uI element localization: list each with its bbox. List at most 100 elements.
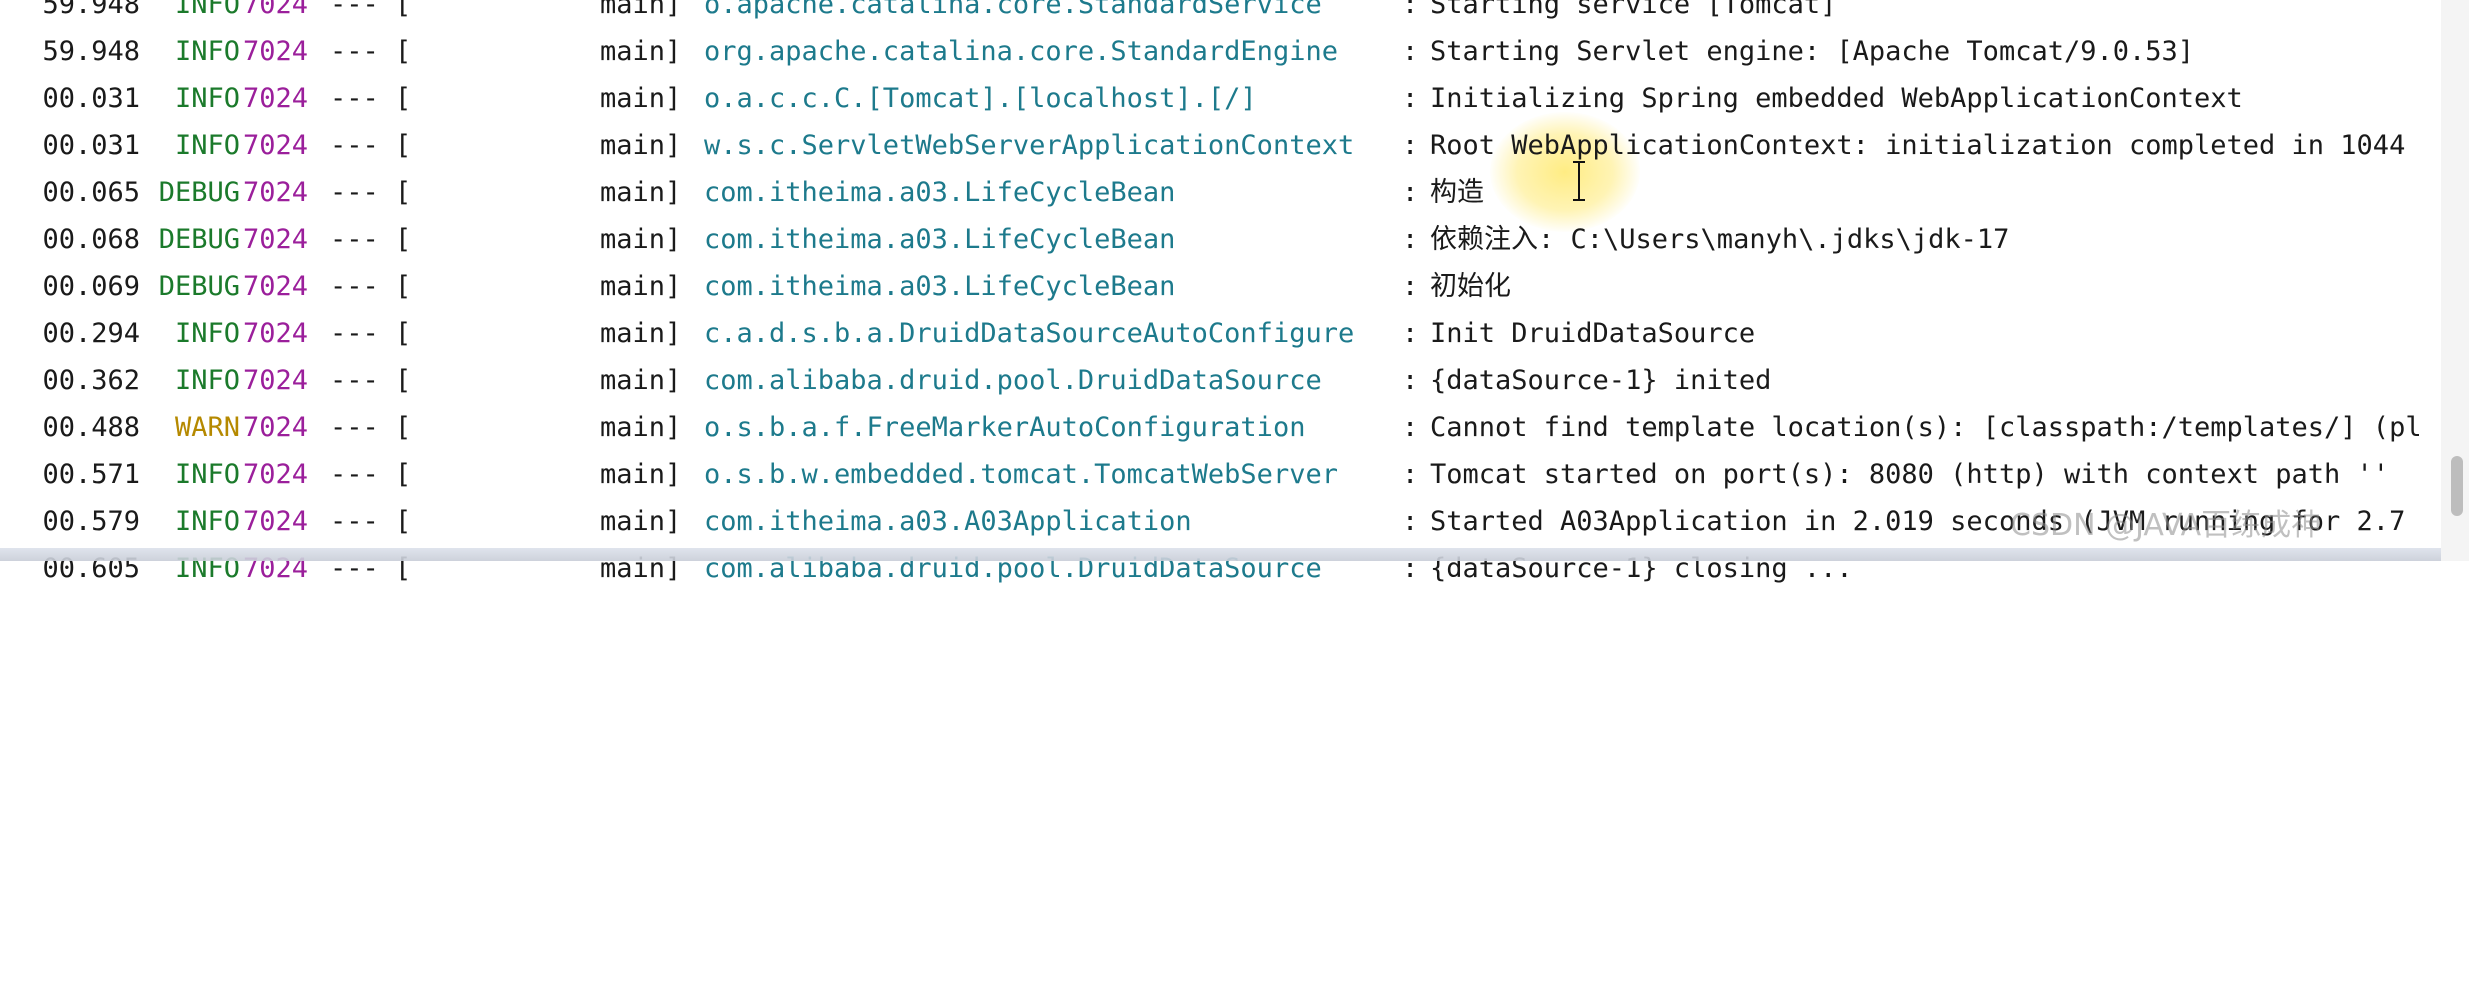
log-message: 依赖注入: C:\Users\manyh\.jdks\jdk-17 [1430, 224, 2010, 255]
log-separator: --- [ [330, 177, 412, 208]
log-logger-link[interactable]: com.alibaba.druid.pool.DruidDataSource [704, 358, 1322, 404]
log-console[interactable]: 59.948 INFO 7024 --- [ main] o.apache.ca… [0, 0, 2469, 584]
log-pid: 7024 [243, 177, 309, 208]
log-thread: main] [600, 83, 682, 114]
log-pid: 7024 [243, 0, 309, 20]
log-level: INFO [174, 0, 240, 20]
scrollbar-thumb[interactable] [2451, 456, 2463, 516]
log-separator: --- [ [330, 224, 412, 255]
log-logger-link[interactable]: com.itheima.a03.A03Application [704, 499, 1192, 545]
log-row[interactable]: 00.294 INFO 7024 --- [ main] c.a.d.s.b.a… [0, 311, 2469, 357]
log-separator: --- [ [330, 506, 412, 537]
text-cursor-icon [1573, 161, 1585, 201]
log-thread: main] [600, 177, 682, 208]
log-colon: : [1402, 224, 1419, 255]
log-separator: --- [ [330, 271, 412, 302]
log-timestamp: 00.069 [42, 271, 140, 302]
log-message: Cannot find template location(s): [class… [1430, 412, 2422, 443]
log-colon: : [1402, 177, 1419, 208]
log-timestamp: 00.031 [42, 83, 140, 114]
log-row[interactable]: 59.948 INFO 7024 --- [ main] org.apache.… [0, 29, 2469, 75]
log-timestamp: 00.031 [42, 130, 140, 161]
log-thread: main] [600, 0, 682, 20]
log-colon: : [1402, 412, 1419, 443]
log-pid: 7024 [243, 412, 309, 443]
log-timestamp: 00.065 [42, 177, 140, 208]
log-level: DEBUG [158, 224, 240, 255]
log-level: INFO [174, 318, 240, 349]
log-separator: --- [ [330, 318, 412, 349]
vertical-scrollbar[interactable] [2441, 0, 2469, 561]
log-row[interactable]: 59.948 INFO 7024 --- [ main] o.apache.ca… [0, 0, 2469, 28]
log-logger-link[interactable]: com.itheima.a03.LifeCycleBean [704, 170, 1175, 216]
log-level: INFO [174, 130, 240, 161]
log-row[interactable]: 00.362 INFO 7024 --- [ main] com.alibaba… [0, 358, 2469, 404]
log-row[interactable]: 00.571 INFO 7024 --- [ main] o.s.b.w.emb… [0, 452, 2469, 498]
log-thread: main] [600, 224, 682, 255]
log-thread: main] [600, 506, 682, 537]
log-separator: --- [ [330, 130, 412, 161]
log-level: DEBUG [158, 271, 240, 302]
log-colon: : [1402, 36, 1419, 67]
log-logger-link[interactable]: c.a.d.s.b.a.DruidDataSourceAutoConfigure [704, 311, 1354, 357]
log-colon: : [1402, 506, 1419, 537]
log-separator: --- [ [330, 0, 412, 20]
log-timestamp: 00.294 [42, 318, 140, 349]
log-pid: 7024 [243, 365, 309, 396]
log-pid: 7024 [243, 271, 309, 302]
log-timestamp: 00.579 [42, 506, 140, 537]
log-timestamp: 59.948 [42, 0, 140, 20]
watermark: CSDN @JAVA百练成神 [2010, 508, 2322, 543]
log-timestamp: 00.488 [42, 412, 140, 443]
log-colon: : [1402, 459, 1419, 490]
log-colon: : [1402, 318, 1419, 349]
log-logger-link[interactable]: o.s.b.a.f.FreeMarkerAutoConfiguration [704, 405, 1305, 451]
log-colon: : [1402, 83, 1419, 114]
log-thread: main] [600, 459, 682, 490]
log-row[interactable]: 00.069 DEBUG 7024 --- [ main] com.itheim… [0, 264, 2469, 310]
log-level: INFO [174, 83, 240, 114]
log-timestamp: 59.948 [42, 36, 140, 67]
log-logger-link[interactable]: o.apache.catalina.core.StandardService [704, 0, 1322, 28]
log-separator: --- [ [330, 412, 412, 443]
log-logger-link[interactable]: com.itheima.a03.LifeCycleBean [704, 217, 1175, 263]
log-level: INFO [174, 365, 240, 396]
log-pid: 7024 [243, 506, 309, 537]
log-logger-link[interactable]: com.itheima.a03.LifeCycleBean [704, 264, 1175, 310]
log-colon: : [1402, 0, 1419, 20]
log-timestamp: 00.362 [42, 365, 140, 396]
log-message: 初始化 [1430, 271, 1511, 302]
log-message: 构造 [1430, 177, 1484, 208]
log-timestamp: 00.571 [42, 459, 140, 490]
log-separator: --- [ [330, 83, 412, 114]
log-message: Tomcat started on port(s): 8080 (http) w… [1430, 459, 2390, 490]
log-thread: main] [600, 130, 682, 161]
log-row[interactable]: 00.068 DEBUG 7024 --- [ main] com.itheim… [0, 217, 2469, 263]
log-message: Starting service [Tomcat] [1430, 0, 1837, 20]
log-logger-link[interactable]: o.a.c.c.C.[Tomcat].[localhost].[/] [704, 76, 1257, 122]
log-level: WARN [174, 412, 240, 443]
log-logger-link[interactable]: org.apache.catalina.core.StandardEngine [704, 29, 1338, 75]
log-level: DEBUG [158, 177, 240, 208]
horizontal-scroll-track [0, 548, 2469, 561]
log-message: {dataSource-1} inited [1430, 365, 1772, 396]
log-pid: 7024 [243, 459, 309, 490]
log-logger-link[interactable]: o.s.b.w.embedded.tomcat.TomcatWebServer [704, 452, 1338, 498]
log-colon: : [1402, 271, 1419, 302]
log-level: INFO [174, 506, 240, 537]
log-thread: main] [600, 365, 682, 396]
log-row[interactable]: 00.488 WARN 7024 --- [ main] o.s.b.a.f.F… [0, 405, 2469, 451]
log-separator: --- [ [330, 36, 412, 67]
log-pid: 7024 [243, 83, 309, 114]
log-logger-link[interactable]: w.s.c.ServletWebServerApplicationContext [704, 123, 1354, 169]
log-colon: : [1402, 365, 1419, 396]
log-thread: main] [600, 318, 682, 349]
log-row[interactable]: 00.031 INFO 7024 --- [ main] o.a.c.c.C.[… [0, 76, 2469, 122]
log-row[interactable]: 00.065 DEBUG 7024 --- [ main] com.itheim… [0, 170, 2469, 216]
log-message: Starting Servlet engine: [Apache Tomcat/… [1430, 36, 2195, 67]
log-colon: : [1402, 130, 1419, 161]
log-level: INFO [174, 36, 240, 67]
log-row[interactable]: 00.031 INFO 7024 --- [ main] w.s.c.Servl… [0, 123, 2469, 169]
log-pid: 7024 [243, 318, 309, 349]
log-pid: 7024 [243, 130, 309, 161]
